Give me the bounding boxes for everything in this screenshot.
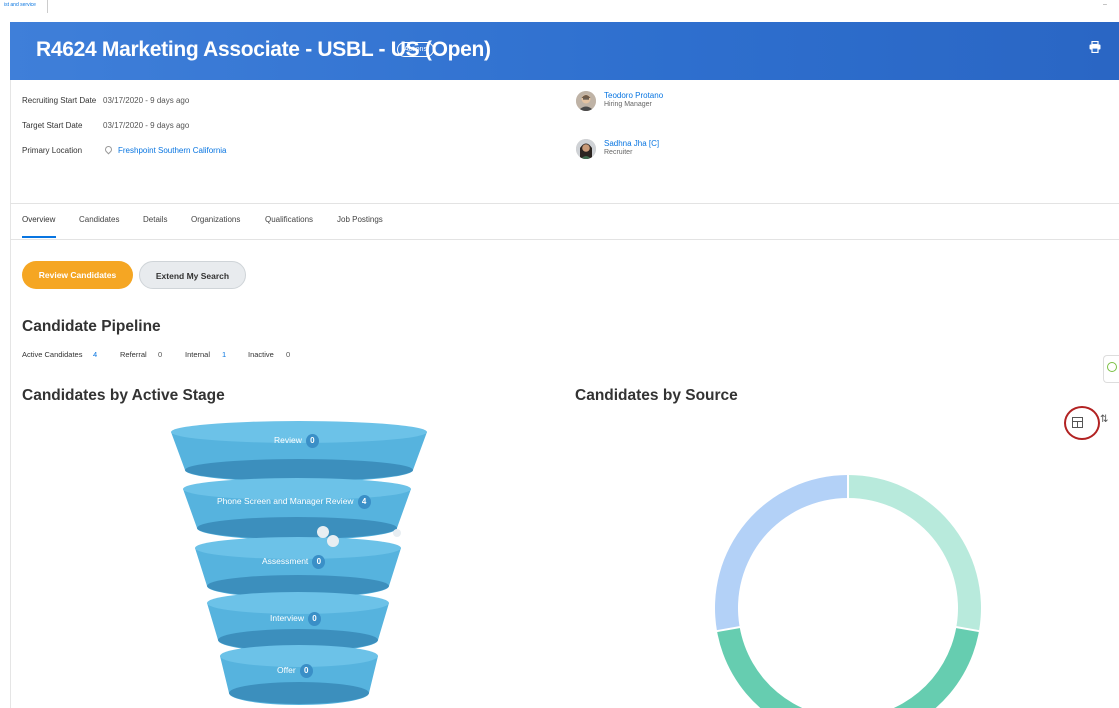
stage-count: 0 [308,612,322,626]
stage-count: 0 [299,664,313,678]
stat-value[interactable]: 1 [222,350,226,359]
location-link[interactable]: Freshpoint Southern California [118,146,227,155]
stage-label: Review [274,435,302,445]
stage-chart-title: Candidates by Active Stage [22,387,225,404]
avatar[interactable] [576,91,596,111]
stat-label: Inactive [248,350,274,359]
funnel-segment-body [207,603,389,652]
extend-search-button[interactable]: Extend My Search [139,261,246,289]
funnel-stage-offer[interactable]: Offer 0 [277,664,313,678]
detail-value-wrap: Freshpoint Southern California [103,144,227,155]
top-strip: ist and service – [0,0,1119,13]
tab-organizations[interactable]: Organizations [191,215,240,224]
source-donut-chart [714,473,982,708]
detail-label: Recruiting Start Date [22,96,97,105]
funnel-segment-base [207,575,389,597]
stat-label: Internal [185,350,211,359]
funnel-segment-base [218,629,378,651]
funnel-stage-interview[interactable]: Interview 0 [270,612,322,626]
tab-details[interactable]: Details [143,215,167,224]
stage-count: 0 [305,434,319,448]
funnel-segment [171,421,427,482]
person-role: Recruiter [604,149,633,156]
person-role: Hiring Manager [604,101,652,108]
funnel-segment-base [185,459,413,481]
printer-icon[interactable] [1089,41,1101,53]
minimize-button[interactable]: – [1103,1,1107,8]
donut-slice [715,475,848,632]
pipeline-title: Candidate Pipeline [22,318,161,335]
review-candidates-button[interactable]: Review Candidates [22,261,133,289]
stat-label: Referral [120,350,147,359]
funnel-bubble [327,535,339,547]
funnel-stage-review[interactable]: Review 0 [274,434,319,448]
stage-label: Interview [270,613,305,623]
left-border [10,22,11,708]
location-pin-icon [103,144,114,155]
detail-label: Primary Location [22,146,83,155]
detail-label: Target Start Date [22,121,83,130]
stat-value: 0 [158,350,163,359]
stat-value[interactable]: 4 [93,350,97,359]
divider [10,239,1119,240]
chat-icon [1107,362,1117,372]
funnel-bubble [317,526,329,538]
donut-slice [717,627,979,708]
breadcrumb[interactable]: ist and service [4,2,36,8]
funnel-segment-base [197,517,397,539]
funnel-segment-base [229,682,369,704]
actions-button[interactable]: Actions [397,42,434,57]
source-chart-title: Candidates by Source [575,387,738,404]
active-tab-indicator [22,236,56,238]
divider [47,0,48,13]
stage-label: Assessment [262,556,309,566]
avatar[interactable] [576,139,596,159]
person-name[interactable]: Sadhna Jha [C] [604,139,659,148]
donut-slice [848,475,981,632]
stage-count: 4 [357,495,371,509]
page-header: R4624 Marketing Associate - USBL - US (O… [10,22,1119,80]
stat-value: 0 [286,350,291,359]
stat-label: Active Candidates [22,350,83,359]
tab-job-postings[interactable]: Job Postings [337,215,383,224]
person-name[interactable]: Teodoro Protano [604,91,663,100]
detail-value: 03/17/2020 - 9 days ago [103,121,190,130]
divider [10,203,1119,204]
stage-label: Phone Screen and Manager Review [217,496,354,506]
funnel-stage-phone-screen[interactable]: Phone Screen and Manager Review 4 [217,495,371,509]
chat-tab[interactable] [1103,355,1119,383]
funnel-segment [183,478,411,540]
tab-qualifications[interactable]: Qualifications [265,215,313,224]
tab-overview[interactable]: Overview [22,215,55,224]
funnel-stage-assessment[interactable]: Assessment 0 [262,555,326,569]
funnel-segment-top [207,592,389,614]
tab-candidates[interactable]: Candidates [79,215,119,224]
stage-count: 0 [312,555,326,569]
stage-label: Offer [277,665,296,675]
table-view-icon[interactable] [1072,417,1083,428]
detail-value: 03/17/2020 - 9 days ago [103,96,190,105]
funnel-bubble [393,529,401,537]
sort-icon[interactable]: ⇅ [1100,414,1108,425]
